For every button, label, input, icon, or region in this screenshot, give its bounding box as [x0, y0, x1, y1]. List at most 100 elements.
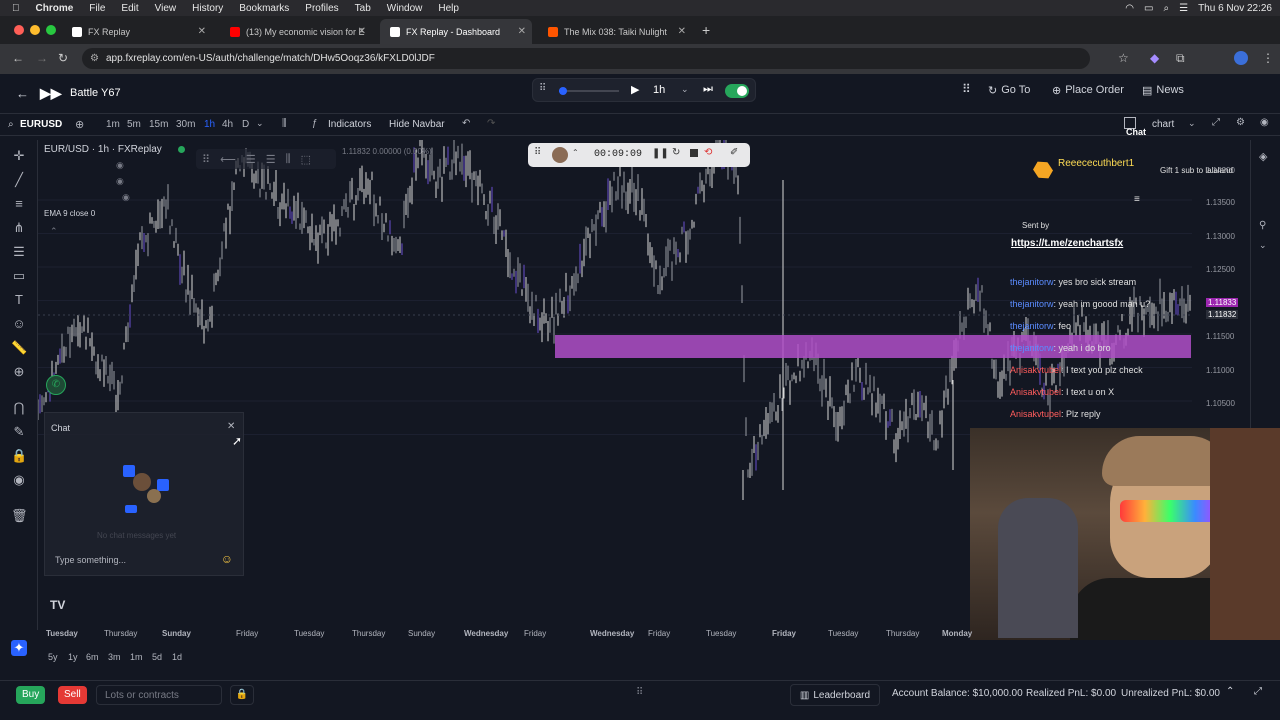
menu-history[interactable]: History	[192, 3, 223, 14]
tab-youtube[interactable]: (13) My economic vision for E ✕	[220, 19, 372, 44]
ruler-icon[interactable]: 📏	[11, 340, 27, 356]
shapes-icon[interactable]: ▭	[11, 268, 27, 284]
new-tab-icon[interactable]: +	[702, 22, 710, 38]
apple-menu-icon[interactable]: 	[12, 3, 20, 14]
lots-input[interactable]: Lots or contracts	[96, 685, 222, 705]
layers-icon[interactable]: ◈	[1259, 150, 1267, 163]
range-5y[interactable]: 5y	[48, 652, 58, 662]
tradingview-logo-icon[interactable]: TV	[50, 598, 65, 612]
smile-icon[interactable]: ☺	[11, 316, 27, 332]
chevron-down-icon[interactable]: ⌄	[1259, 240, 1267, 251]
step-forward-icon[interactable]: ⏭	[703, 83, 713, 96]
chat-input[interactable]: Type something... ☺	[51, 551, 239, 569]
forward-icon[interactable]: →	[36, 51, 48, 65]
minimize-window-button[interactable]	[30, 25, 40, 35]
trendline-icon[interactable]: ╱	[11, 172, 27, 188]
chevron-down-icon[interactable]: ⌄	[1188, 118, 1196, 129]
search-icon[interactable]: ⌕	[1163, 3, 1169, 14]
restart-icon[interactable]: ↻	[672, 147, 680, 158]
menu-view[interactable]: View	[155, 3, 177, 14]
maximize-window-button[interactable]	[46, 25, 56, 35]
close-icon[interactable]: ✕	[227, 421, 235, 432]
range-5d[interactable]: 5d	[152, 652, 162, 662]
draw-icon[interactable]: ✐	[730, 147, 738, 158]
drag-handle-icon[interactable]: ⠿	[636, 687, 643, 698]
range-1y[interactable]: 1y	[68, 652, 78, 662]
pin-icon[interactable]: ⚲	[1259, 220, 1266, 231]
list-tool-icon[interactable]: ☰	[246, 153, 256, 166]
chart-label[interactable]: chart	[1152, 119, 1174, 130]
hide-navbar-button[interactable]: Hide Navbar	[389, 119, 445, 130]
chevron-down-icon[interactable]: ⌄	[681, 84, 689, 95]
site-info-icon[interactable]: ⚙	[90, 48, 99, 69]
magnet-icon[interactable]: ⋂	[11, 400, 27, 416]
menu-lines-icon[interactable]: ≡	[1134, 194, 1140, 205]
tab-soundcloud[interactable]: The Mix 038: Taiki Nulight ✕	[538, 19, 692, 44]
undo-icon[interactable]: ↶	[462, 118, 470, 129]
pitchfork-icon[interactable]: ⋔	[11, 220, 27, 236]
bookmark-star-icon[interactable]: ☆	[1118, 51, 1129, 65]
eye-icon[interactable]: ◉	[122, 192, 130, 203]
close-tab-icon[interactable]: ✕	[358, 26, 366, 37]
tf-1m[interactable]: 1m	[106, 119, 120, 130]
text-icon[interactable]: T	[11, 292, 27, 308]
camera-icon[interactable]: ◉	[1260, 117, 1269, 128]
drag-handle-icon[interactable]: ⠿	[534, 147, 541, 158]
range-6m[interactable]: 6m	[86, 652, 99, 662]
box-tool-icon[interactable]: ⬚	[301, 153, 311, 166]
bar-tool-icon[interactable]: ⫼	[286, 153, 291, 166]
replay-speed-slider[interactable]	[559, 87, 619, 95]
tab-fxreplay-dashboard[interactable]: FX Replay - Dashboard ✕	[380, 19, 532, 44]
phone-call-icon[interactable]: ✆	[46, 375, 66, 395]
active-tool-icon[interactable]: ✦	[11, 640, 27, 656]
range-3m[interactable]: 3m	[108, 652, 121, 662]
pencil-icon[interactable]: ✎	[11, 424, 27, 440]
add-symbol-icon[interactable]: ⊕	[75, 118, 84, 131]
emoji-icon[interactable]: ☺	[221, 552, 233, 566]
slider-thumb[interactable]	[559, 87, 567, 95]
discard-icon[interactable]: ⟲	[704, 147, 712, 158]
profile-avatar[interactable]	[1234, 51, 1248, 65]
extensions-puzzle-icon[interactable]: ⧉	[1176, 51, 1185, 66]
back-icon[interactable]: ←	[12, 51, 24, 65]
redo-icon[interactable]: ↷	[487, 118, 495, 129]
close-window-button[interactable]	[14, 25, 24, 35]
line-tool-icon[interactable]: ⟵	[220, 153, 236, 166]
symbol-name[interactable]: EURUSD	[20, 119, 62, 130]
menu-window[interactable]: Window	[387, 3, 423, 14]
close-tab-icon[interactable]: ✕	[198, 26, 206, 37]
back-arrow-icon[interactable]: ←	[16, 86, 29, 101]
menu-edit[interactable]: Edit	[121, 3, 138, 14]
collapse-legend-icon[interactable]: ⌃	[50, 226, 58, 237]
control-center-icon[interactable]: ☰	[1179, 3, 1188, 14]
chevron-up-icon[interactable]: ⌃	[572, 148, 579, 157]
play-icon[interactable]: ▶	[631, 83, 639, 96]
sell-button[interactable]: Sell	[58, 686, 87, 704]
fib-icon[interactable]: ☰	[11, 244, 27, 260]
eye-icon[interactable]: ◉	[116, 176, 124, 187]
buy-button[interactable]: Buy	[16, 686, 46, 704]
ema-legend[interactable]: EMA 9 close 0	[44, 209, 95, 218]
leaderboard-button[interactable]: ▥ Leaderboard	[790, 684, 880, 706]
tab-fxreplay[interactable]: FX Replay ✕	[62, 19, 212, 44]
indicators-button[interactable]: Indicators	[328, 119, 371, 130]
chevron-down-icon[interactable]: ⌄	[256, 118, 264, 129]
list-tool-icon[interactable]: ☰	[266, 153, 276, 166]
stop-icon[interactable]	[690, 149, 698, 157]
menu-tab[interactable]: Tab	[355, 3, 371, 14]
tf-5m[interactable]: 5m	[127, 119, 141, 130]
browser-menu-icon[interactable]: ⋮	[1262, 51, 1274, 65]
zoom-icon[interactable]: ⊕	[11, 364, 27, 380]
fullscreen-icon[interactable]: ⤢	[1212, 117, 1220, 128]
symbol-search-icon[interactable]: ⌕	[8, 119, 14, 130]
eye-icon[interactable]: ◉	[116, 160, 124, 171]
tf-4h[interactable]: 4h	[222, 119, 233, 130]
settings-gear-icon[interactable]: ⚙	[1236, 117, 1245, 128]
menu-bookmarks[interactable]: Bookmarks	[239, 3, 289, 14]
range-1m[interactable]: 1m	[130, 652, 143, 662]
grid-menu-icon[interactable]: ⠿	[962, 82, 971, 96]
menu-help[interactable]: Help	[438, 3, 459, 14]
address-bar[interactable]: ⚙ app.fxreplay.com/en-US/auth/challenge/…	[82, 48, 1090, 69]
chat-tab[interactable]: Chat	[1126, 127, 1146, 137]
close-tab-icon[interactable]: ✕	[518, 26, 526, 37]
